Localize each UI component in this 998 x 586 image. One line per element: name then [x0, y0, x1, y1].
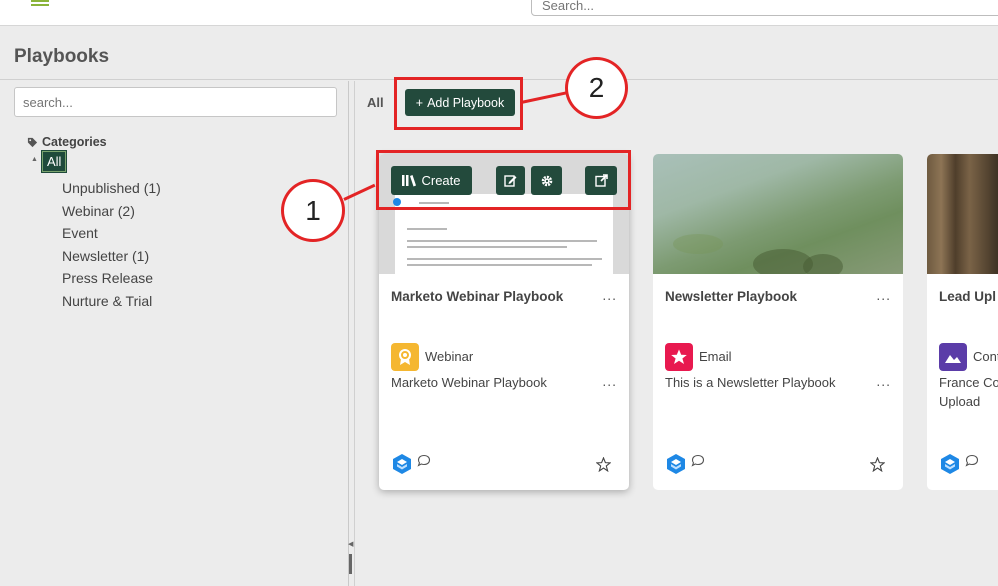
tree-item[interactable]: Event [62, 222, 161, 245]
tree-item[interactable]: Unpublished (1) [62, 177, 161, 200]
star-icon[interactable] [870, 457, 885, 472]
tag-icon [27, 137, 38, 147]
top-bar [0, 0, 998, 26]
app-logo-icon [393, 454, 411, 474]
card-title[interactable]: Marketo Webinar Playbook [391, 289, 563, 304]
tree-item[interactable]: Nurture & Trial [62, 290, 161, 313]
card-category: Email [699, 349, 732, 364]
categories-heading: Categories [27, 135, 107, 149]
card-category: Cont [973, 349, 998, 364]
card-thumbnail [653, 154, 903, 274]
app-logo-icon [667, 454, 685, 474]
star-icon [665, 343, 693, 371]
categories-label: Categories [42, 135, 107, 149]
category-search-input[interactable] [14, 87, 337, 117]
badge-icon [391, 343, 419, 371]
card-menu-icon[interactable]: ... [602, 287, 617, 303]
card-thumbnail [927, 154, 998, 274]
global-search-input[interactable] [531, 0, 998, 16]
card-title[interactable]: Lead Upl [939, 289, 996, 304]
playbook-card[interactable]: Lead Upl Cont France Co Upload [927, 154, 998, 490]
description-more-icon[interactable]: ... [602, 373, 617, 389]
tree-collapse-icon[interactable]: ▲ [31, 156, 38, 163]
filter-all-label[interactable]: All [367, 95, 384, 110]
tree-item[interactable]: Newsletter (1) [62, 245, 161, 268]
category-sidebar: Categories ▲ All Unpublished (1) Webinar… [0, 81, 349, 586]
comment-icon[interactable] [417, 454, 431, 467]
app-logo-icon [941, 454, 959, 474]
hamburger-icon[interactable] [31, 0, 49, 8]
tree-item-all[interactable]: All [42, 151, 67, 172]
description-more-icon[interactable]: ... [876, 373, 891, 389]
card-description: Marketo Webinar Playbook [391, 375, 547, 390]
card-title[interactable]: Newsletter Playbook [665, 289, 797, 304]
card-description: France Co Upload [939, 375, 998, 409]
card-menu-icon[interactable]: ... [876, 287, 891, 303]
page-header: Playbooks [0, 27, 998, 80]
tree-item[interactable]: Press Release [62, 267, 161, 290]
annotation-marker-2: 2 [565, 57, 628, 119]
card-category: Webinar [425, 349, 474, 364]
card-description: This is a Newsletter Playbook [665, 375, 836, 390]
tree-item[interactable]: Webinar (2) [62, 200, 161, 223]
category-tree: Unpublished (1) Webinar (2) Event Newsle… [62, 177, 161, 313]
annotation-marker-1: 1 [281, 179, 345, 242]
annotation-box-toolbar [376, 150, 631, 210]
image-icon [939, 343, 967, 371]
annotation-box-add [394, 77, 523, 130]
panel-splitter[interactable]: ◀ [348, 540, 354, 576]
comment-icon[interactable] [965, 454, 979, 467]
comment-icon[interactable] [691, 454, 705, 467]
page-title: Playbooks [14, 46, 110, 67]
collapse-caret-icon: ◀ [348, 541, 354, 548]
playbook-card[interactable]: Newsletter Playbook ... Email This is a … [653, 154, 903, 490]
star-icon[interactable] [596, 457, 611, 472]
